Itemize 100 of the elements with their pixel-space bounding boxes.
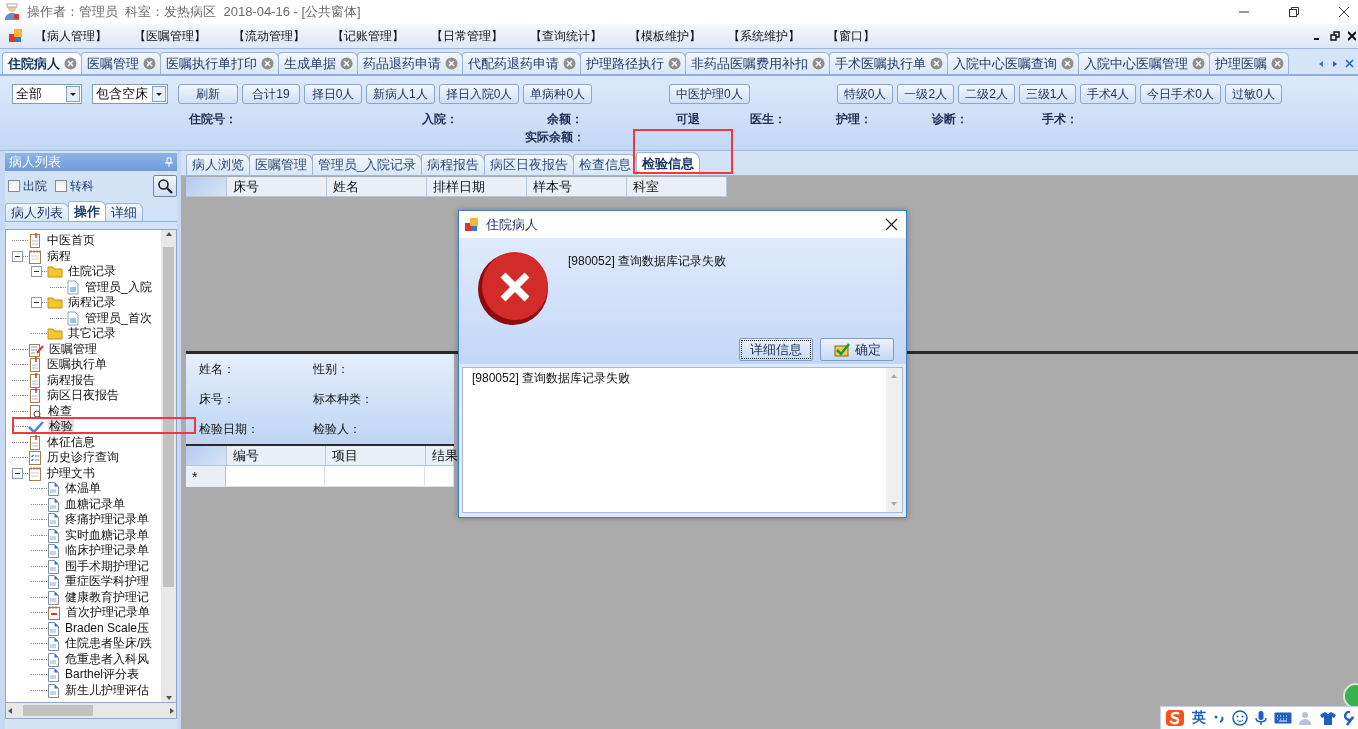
tree-item[interactable]: Barthel评分表 [64,666,141,684]
tree-item[interactable]: 体征信息 [46,433,96,451]
info-label: 医生： [749,110,786,128]
tree-item[interactable]: 疼痛护理记录单 [64,511,150,529]
info-label: 住院号： [187,110,237,128]
document-tab[interactable]: 护理路径执行 [580,52,686,74]
tree-item[interactable]: 历史诊疗查询 [46,449,120,467]
tree-item[interactable]: 重症医学科护理 [64,573,150,591]
panel-tab[interactable]: 操作 [68,201,106,221]
tree-item[interactable]: 检查 [47,402,73,420]
tree-item[interactable]: 管理员_入院 [84,278,153,296]
record-tab[interactable]: 病程报告 [421,154,486,175]
window-title: 操作者：管理员 科室：发热病区 2018-04-16 - [公共窗体] [27,3,361,21]
toolbar-button[interactable]: 合计19 [242,84,300,104]
tree-item[interactable]: 医嘱管理 [48,340,98,358]
tree-item[interactable]: 新生儿护理评估 [64,681,150,699]
menu-item[interactable]: 【医嘱管理】 [134,27,233,45]
document-tab[interactable]: 生成单据 [278,52,358,74]
toolbar-button[interactable]: 三级1人 [1018,84,1076,104]
menu-item[interactable]: 【模板维护】 [629,27,728,45]
field-label: 姓名： [199,360,236,378]
menu-item[interactable]: 【记账管理】 [332,27,431,45]
tree-item[interactable]: 体温单 [64,480,102,498]
tree-item[interactable]: 病程报告 [46,371,96,389]
record-tab[interactable]: 检验信息 [636,152,701,175]
document-tab[interactable]: 药品退药申请 [357,52,463,74]
tree-item[interactable]: 病程记录 [67,294,117,312]
toolbar-button[interactable]: 刷新 [178,84,238,104]
tree-item[interactable]: 首次护理记录单 [65,604,151,622]
tree-item[interactable]: 住院记录 [67,263,117,281]
dialog-button[interactable]: 详细信息 [739,338,813,361]
tree-item[interactable]: 护理文书 [46,464,96,482]
menu-item[interactable]: 【窗口】 [827,27,926,45]
menu-item[interactable]: 【病人管理】 [35,27,134,45]
document-tab[interactable]: 入院中心医嘱查询 [947,52,1079,74]
toolbar-button[interactable]: 二级2人 [958,84,1015,104]
info-label: 手术： [1041,110,1078,128]
info-label: 余额： [546,110,583,128]
checkbox[interactable]: 出院 [8,177,47,195]
toolbar-button[interactable]: 中医护理0人 [669,84,750,104]
info-label: 实际余额： [524,128,585,146]
document-tab[interactable]: 住院病人 [2,52,82,74]
tree-item[interactable]: Braden Scale压 [64,619,151,637]
document-tab[interactable]: 医嘱管理 [81,52,161,74]
menu-item[interactable]: 【流动管理】 [233,27,332,45]
checkbox[interactable]: 转科 [55,177,94,195]
toolbar-button[interactable]: 一级2人 [897,84,955,104]
toolbar-button[interactable]: 单病种0人 [523,84,593,104]
document-tab[interactable]: 入院中心医嘱管理 [1078,52,1210,74]
document-tab[interactable]: 手术医嘱执行单 [829,52,948,74]
tree-item[interactable]: 健康教育护理记 [64,588,150,606]
tree-item[interactable]: 病区日夜报告 [46,387,120,405]
record-tab[interactable]: 病区日夜报告 [484,154,575,175]
field-label: 检验人： [313,420,362,438]
record-tab[interactable]: 检查信息 [573,154,638,175]
tree-item[interactable]: 病程 [46,247,72,265]
document-tab[interactable]: 代配药退药申请 [462,52,581,74]
toolbar-button[interactable]: 今日手术0人 [1140,84,1221,104]
tree-item[interactable]: 其它记录 [67,325,117,343]
menu-item[interactable]: 【日常管理】 [431,27,530,45]
tree-item[interactable]: 管理员_首次 [84,309,153,327]
toolbar-button[interactable]: 择日0人 [304,84,362,104]
toolbar-button[interactable]: 手术4人 [1079,84,1137,104]
dropdown[interactable]: 全部 [12,84,82,104]
toolbar-button[interactable]: 择日入院0人 [438,84,520,104]
info-label: 入院： [421,110,458,128]
document-tab[interactable]: 护理医嘱 [1209,52,1289,74]
details-text: [980052] 查询数据库记录失败 [471,370,632,387]
tree-item[interactable]: 中医首页 [46,232,96,250]
tree-item[interactable]: 临床护理记录单 [64,542,150,560]
toolbar-button[interactable]: 特级0人 [836,84,894,104]
tree-item[interactable]: 医嘱执行单 [46,356,108,374]
dialog-button[interactable]: 确定 [820,338,894,361]
column-header: 编号 [226,446,327,465]
field-label: 性别： [313,360,350,378]
error-message: [980052] 查询数据库记录失败 [568,253,727,270]
tree-item[interactable]: 实时血糖记录单 [64,526,150,544]
menu-item[interactable]: 【系统维护】 [728,27,827,45]
document-tab[interactable]: 医嘱执行单打印 [160,52,279,74]
record-tab[interactable]: 医嘱管理 [249,154,313,175]
panel-tab[interactable]: 详细 [105,203,143,221]
panel-title: 病人列表 [9,153,61,171]
tree-item[interactable]: 危重患者入科风 [64,650,150,668]
toolbar-button[interactable]: 过敏0人 [1224,84,1282,104]
panel-tab[interactable]: 病人列表 [5,203,69,221]
tree-item[interactable]: 围手术期护理记 [64,557,150,575]
tree-item[interactable]: 住院患者坠床/跌 [64,635,154,653]
column-header: 排样日期 [427,177,527,196]
record-tab[interactable]: 管理员_入院记录 [312,154,423,175]
tree-item[interactable]: 血糖记录单 [64,495,126,513]
document-tab[interactable]: 非药品医嘱费用补扣 [685,52,830,74]
toolbar-button[interactable]: 新病人1人 [366,84,435,104]
info-label: 诊断： [931,110,968,128]
info-label: 护理： [835,110,872,128]
record-tab[interactable]: 病人浏览 [186,154,250,175]
input-mode-toggle[interactable]: 英 [1192,709,1206,727]
details-text-area[interactable]: [980052] 查询数据库记录失败 [462,367,903,513]
info-label: 可退 [675,110,700,128]
menu-item[interactable]: 【查询统计】 [530,27,629,45]
dropdown[interactable]: 包含空床 [92,84,168,104]
